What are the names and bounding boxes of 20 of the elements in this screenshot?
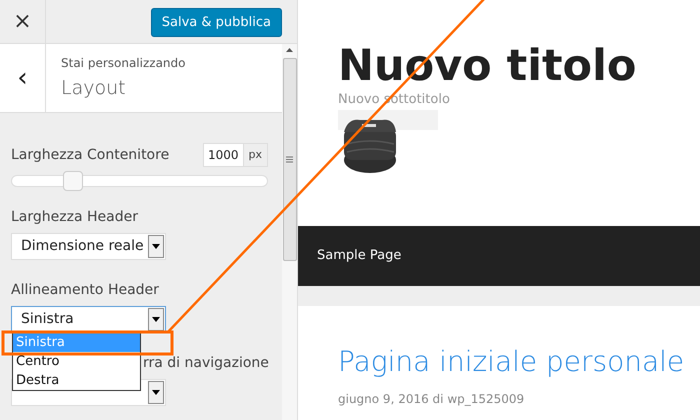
field-label: rra di navigazione	[143, 354, 269, 373]
field-label: Allineamento Header	[11, 281, 159, 300]
post-title[interactable]: Pagina iniziale personale	[338, 344, 700, 380]
back-button[interactable]: ‹	[0, 44, 46, 112]
post-meta: giugno 9, 2016 di wp_1525009	[338, 391, 526, 408]
field-label: Larghezza Header	[11, 208, 138, 227]
close-button[interactable]: ×	[0, 0, 46, 43]
dropdown-option[interactable]: Destra	[13, 371, 140, 390]
field-label: Larghezza Contenitore	[11, 146, 170, 164]
section-subtitle: Stai personalizzando	[61, 54, 186, 72]
slider-thumb[interactable]	[63, 171, 84, 191]
select-field[interactable]: Dimensione reale	[11, 233, 166, 260]
publish-button[interactable]: Salva & pubblica	[150, 8, 282, 37]
scroll-up-icon[interactable]	[286, 48, 293, 52]
section-title: Layout	[61, 76, 127, 101]
scrollbar-thumb[interactable]	[282, 58, 296, 261]
menu-link[interactable]: Sample Page	[317, 246, 402, 266]
dropdown-option[interactable]: Centro	[13, 352, 140, 371]
grip-icon	[286, 156, 293, 163]
select-field[interactable]: Sinistra	[11, 306, 166, 333]
